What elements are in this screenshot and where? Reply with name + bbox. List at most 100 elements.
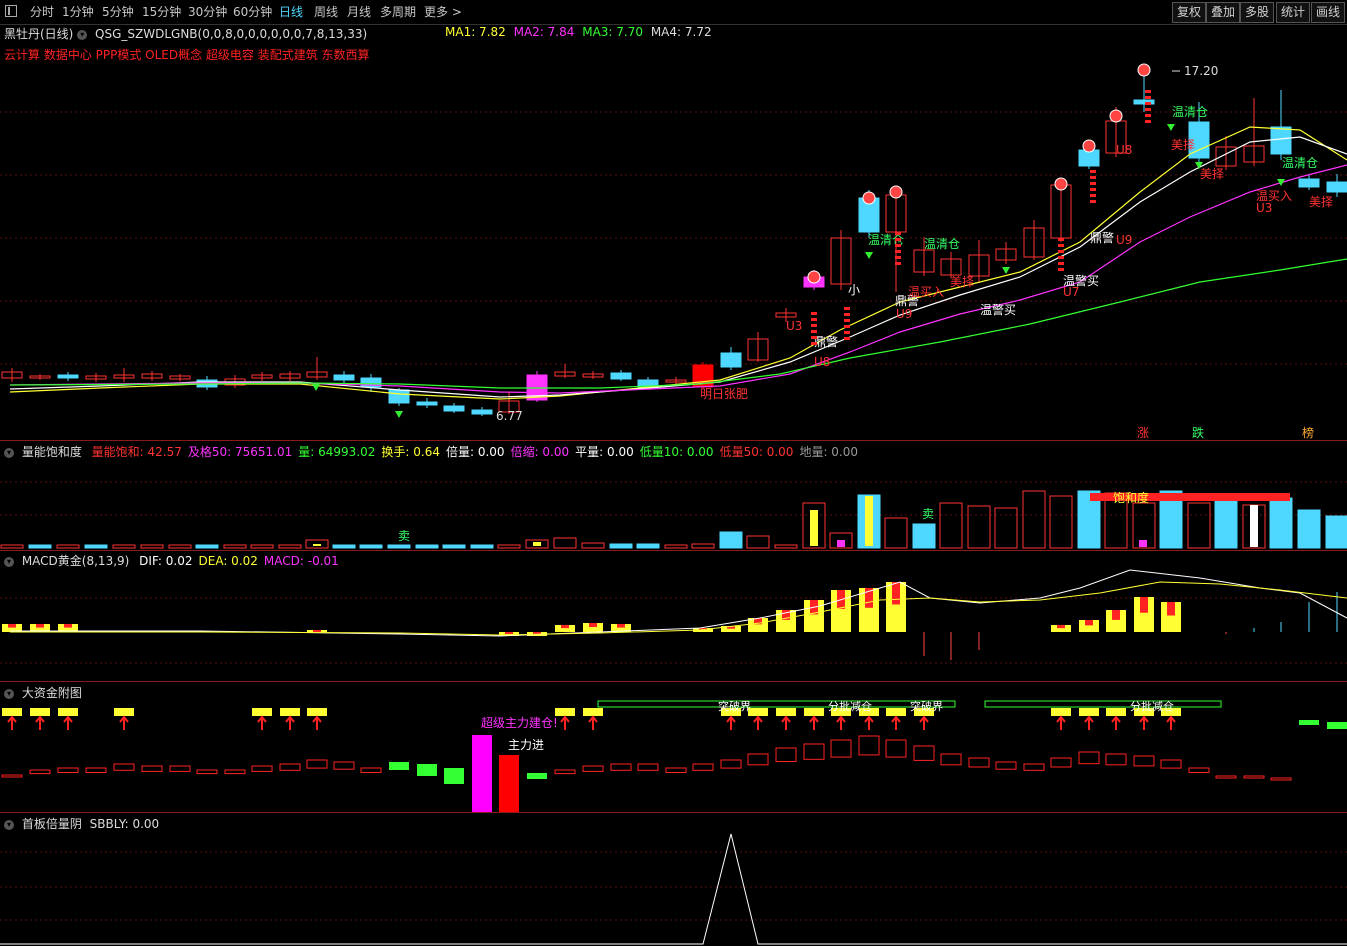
collapse-icon[interactable]: ▾ [77,29,88,40]
draw-line-button[interactable]: 画线 [1311,2,1346,23]
fund-label: 超级主力建仓! [481,715,558,730]
fund-bar [141,765,163,772]
fund-bar [169,765,191,772]
fund-bar [775,747,797,762]
period-tab-30min[interactable]: 30分钟 [188,3,227,21]
volume-bar [719,531,743,549]
ma1-line [9,126,1347,400]
panel-divider [0,812,1347,813]
volume-marker [837,540,845,547]
period-tab-weekly[interactable]: 周线 [314,3,338,21]
big-fund-chart[interactable]: 超级主力建仓! 主力进 突破界 分批减仓 突破界 分批减仓 [0,700,1347,812]
signal-marker [1145,108,1151,111]
statistics-button[interactable]: 统计 [1276,2,1311,23]
coin-icon [1082,139,1096,153]
volume-bar [250,544,274,549]
down-arrow-icon [1002,267,1010,274]
signal-marker [811,324,817,327]
signal-marker [844,325,850,328]
annotation-label: U9 [1116,233,1132,247]
up-arrow-icon [1139,715,1149,730]
fund-bar [637,763,659,771]
period-tab-monthly[interactable]: 月线 [347,3,371,21]
macd-bar-core [533,632,541,634]
tag-rise: 涨 [1137,425,1149,440]
fund-bar [803,743,825,760]
fund-bar [29,769,51,775]
period-tab-1min[interactable]: 1分钟 [62,3,94,21]
annotation-label: 温买入 [1256,189,1292,203]
candlestick-chart[interactable]: 17.206.77明日张肥鼎警鼎警鼎警温警买温警买温清仓 温清仓温清仓温清仓美择美… [0,62,1347,440]
volume-bar [967,505,991,549]
multi-stock-button[interactable]: 多股 [1240,2,1275,23]
menu-icon[interactable] [5,5,17,17]
volume-bar [223,544,247,549]
fund-bar [306,759,328,769]
volume-stat: 倍缩: 0.00 [510,445,570,459]
volume-stat: 地量: 0.00 [799,445,859,459]
collapse-icon[interactable]: ▾ [4,819,14,830]
fund-bar [610,763,632,771]
volume-panel-title: 量能饱和度 [21,445,82,459]
annotation-label: U8 [814,355,830,369]
volume-bar [359,544,383,549]
signal-marker [895,262,901,265]
annotation-label: 温清仓 [924,237,960,251]
period-tab-15min[interactable]: 15分钟 [142,3,181,21]
fund-bar [1133,755,1155,767]
period-tab-multi[interactable]: 多周期 [380,3,416,21]
signal-box [748,708,768,716]
fund-bar [913,745,935,761]
signal-box [114,708,134,716]
period-tab-60min[interactable]: 60分钟 [233,3,272,21]
annotation-label: 美择 [1171,138,1195,152]
fund-bar [1188,767,1210,773]
overlay-button[interactable]: 叠加 [1206,2,1241,23]
volume-bar [1325,515,1347,549]
up-arrow-icon [1166,715,1176,730]
signal-marker [1090,200,1096,203]
volume-bar [1297,509,1321,549]
first-board-chart[interactable] [0,832,1347,946]
restore-rights-button[interactable]: 复权 [1172,2,1207,23]
signal-box [886,708,906,716]
collapse-icon[interactable]: ▾ [4,447,14,458]
signal-box [2,708,22,716]
stock-chart-window: 分时 1分钟 5分钟 15分钟 30分钟 60分钟 日线 周线 月线 多周期 更… [0,0,1347,946]
period-tab-5min[interactable]: 5分钟 [102,3,134,21]
macd-chart[interactable] [0,568,1347,680]
period-toolbar: 分时 1分钟 5分钟 15分钟 30分钟 60分钟 日线 周线 月线 多周期 更… [0,0,1347,25]
fund-bar [1078,751,1100,765]
panel-divider [0,440,1347,441]
signal-marker [1058,244,1064,247]
collapse-icon[interactable]: ▾ [4,556,14,567]
candle-body [720,352,742,368]
concept-tags: 云计算 数据中心 PPP模式 OLED概念 超级电容 装配式建筑 东数西算 [4,48,370,62]
period-tab-realtime[interactable]: 分时 [30,3,54,21]
up-arrow-icon [753,715,763,730]
signal-box [583,708,603,716]
candle-body [471,409,493,415]
volume-bar [553,537,577,549]
up-arrow-icon [919,715,929,730]
period-tab-daily[interactable]: 日线 [279,3,303,21]
collapse-icon[interactable]: ▾ [4,688,14,699]
ma3-value: MA3: 7.70 [582,25,643,39]
down-arrow-icon [312,384,320,391]
fund-bar [995,761,1017,770]
fund-label: 突破界 [910,700,943,713]
volume-marker [1250,505,1258,547]
volume-bar [28,544,52,549]
fund-bar [554,769,576,775]
macd-bar-core [617,624,625,628]
fund-bar [1327,722,1347,729]
volume-bar [609,543,633,549]
period-tab-more[interactable]: 更多 > [424,3,462,21]
volume-stat: 低量50: 0.00 [719,445,794,459]
macd-stat: DIF: 0.02 [139,554,193,568]
volume-bar [415,544,439,549]
volume-saturation-chart[interactable]: 卖卖饱和度 [0,460,1347,550]
fund-label: 主力进 [508,738,544,752]
macd-stat: DEA: 0.02 [198,554,258,568]
volume-bar [1214,499,1238,549]
